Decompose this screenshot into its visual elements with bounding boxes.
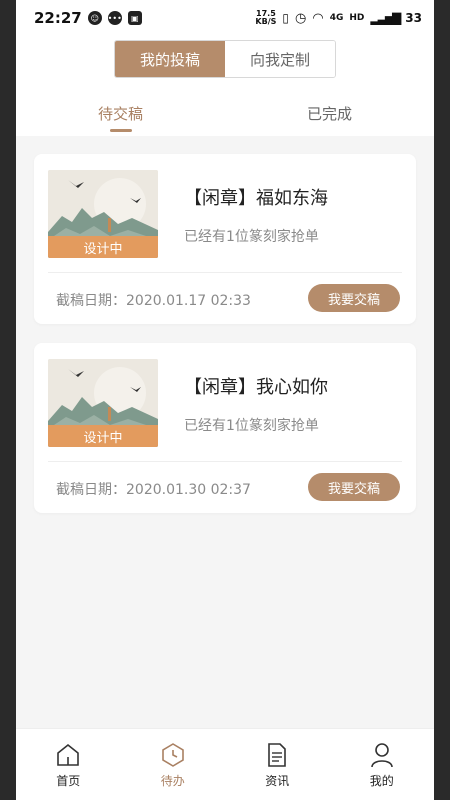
nav-news[interactable]: 资讯 xyxy=(225,729,330,800)
order-subtitle: 已经有1位篆刻家抢单 xyxy=(184,229,319,245)
status-badge: 设计中 xyxy=(48,236,158,258)
order-card[interactable]: 设计中 【闲章】我心如你 已经有1位篆刻家抢单 截稿日期：2020.01.30 … xyxy=(34,343,416,513)
order-title: 【闲章】我心如你 xyxy=(184,377,328,398)
tab-completed-label: 已完成 xyxy=(306,104,352,123)
order-deadline: 截稿日期：2020.01.30 02:37 xyxy=(56,482,251,498)
nav-home[interactable]: 首页 xyxy=(16,729,121,800)
submit-draft-button[interactable]: 我要交稿 xyxy=(308,284,400,312)
nav-home-label: 首页 xyxy=(56,773,81,788)
status-badge: 设计中 xyxy=(48,425,158,447)
signal-icon: ▂▃▅▇ xyxy=(370,11,401,25)
tab-pending-label: 待交稿 xyxy=(97,104,143,123)
card-divider xyxy=(48,272,402,273)
vibrate-icon: ▯ xyxy=(282,11,290,25)
tab-active-indicator xyxy=(109,129,132,132)
order-deadline: 截稿日期：2020.01.17 02:33 xyxy=(56,293,251,309)
order-title: 【闲章】福如东海 xyxy=(184,188,328,209)
submit-draft-button[interactable]: 我要交稿 xyxy=(308,473,400,501)
nav-todo[interactable]: 待办 xyxy=(121,729,226,800)
nav-profile-label: 我的 xyxy=(369,773,394,788)
bottom-nav: 首页 待办 资讯 我的 xyxy=(16,728,434,800)
app-screen: 22:27 ☺ ••• ▣ 17.5 KB/S ▯ ◷ ◠ 4G HD ▂▃▅▇… xyxy=(16,0,434,800)
hd-icon: HD xyxy=(349,13,365,23)
network-speed: 17.5 KB/S xyxy=(255,10,276,26)
user-icon xyxy=(369,742,395,768)
segment-custom-orders[interactable]: 向我定制 xyxy=(225,41,335,77)
segment-my-submissions[interactable]: 我的投稿 xyxy=(115,41,225,77)
home-icon xyxy=(55,742,81,768)
status-tabs: 待交稿 已完成 xyxy=(16,90,434,136)
notification-icon: ☺ xyxy=(87,11,102,25)
app-notification-icon: ▣ xyxy=(127,11,142,25)
clock-icon xyxy=(160,742,186,768)
alarm-icon: ◷ xyxy=(295,10,307,26)
wifi-icon: ◠ xyxy=(312,10,324,26)
network-type: 4G xyxy=(329,13,344,23)
message-icon: ••• xyxy=(108,11,122,25)
nav-news-label: 资讯 xyxy=(265,773,290,788)
card-divider xyxy=(48,461,402,462)
nav-profile[interactable]: 我的 xyxy=(330,729,435,800)
battery-level: 33 xyxy=(405,11,422,25)
nav-todo-label: 待办 xyxy=(160,773,185,788)
status-bar: 22:27 ☺ ••• ▣ 17.5 KB/S ▯ ◷ ◠ 4G HD ▂▃▅▇… xyxy=(16,0,434,36)
order-subtitle: 已经有1位篆刻家抢单 xyxy=(184,418,319,434)
order-thumbnail: 设计中 xyxy=(48,359,158,447)
document-icon xyxy=(264,742,290,768)
order-card[interactable]: 设计中 【闲章】福如东海 已经有1位篆刻家抢单 截稿日期：2020.01.17 … xyxy=(34,154,416,324)
network-speed-unit: KB/S xyxy=(255,17,277,26)
order-thumbnail: 设计中 xyxy=(48,170,158,258)
header: 我的投稿 向我定制 待交稿 已完成 xyxy=(16,36,434,136)
tab-pending[interactable]: 待交稿 xyxy=(16,90,225,136)
segment-control: 我的投稿 向我定制 xyxy=(114,40,336,78)
status-time: 22:27 xyxy=(34,9,82,27)
tab-completed[interactable]: 已完成 xyxy=(225,90,434,136)
